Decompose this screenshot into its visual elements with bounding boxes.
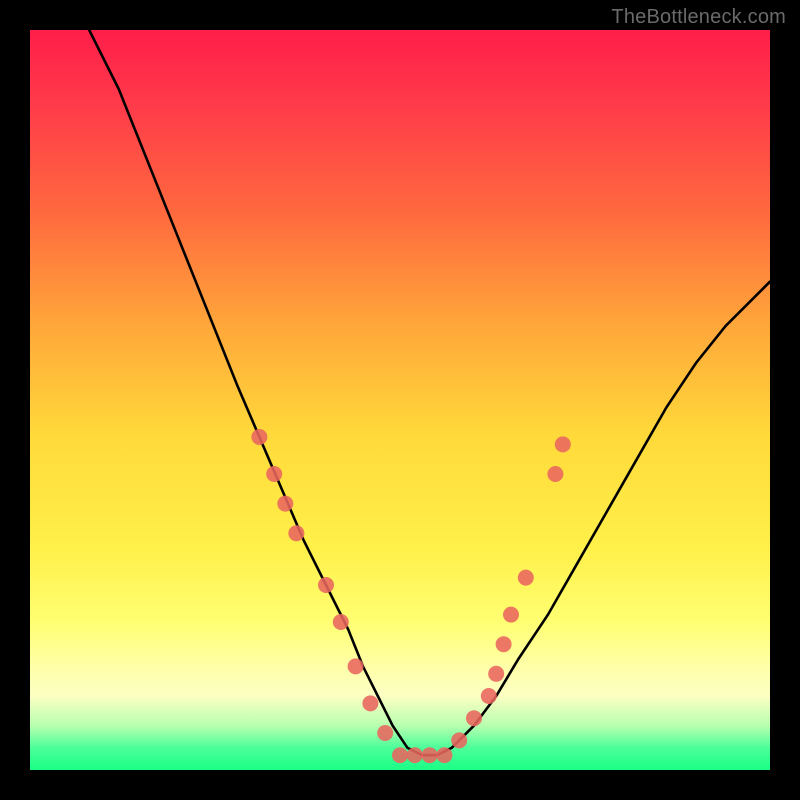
marker-dot <box>422 747 438 763</box>
marker-dot <box>288 525 304 541</box>
marker-dot <box>547 466 563 482</box>
curve-svg <box>30 30 770 770</box>
marker-dot <box>251 429 267 445</box>
chart-frame: TheBottleneck.com <box>0 0 800 800</box>
marker-dot <box>266 466 282 482</box>
marker-dot <box>436 747 452 763</box>
bottleneck-curve <box>89 30 770 755</box>
marker-dot <box>518 570 534 586</box>
marker-dot <box>451 732 467 748</box>
marker-dot <box>392 747 408 763</box>
marker-dot <box>466 710 482 726</box>
marker-dot <box>555 436 571 452</box>
marker-dot <box>318 577 334 593</box>
marker-dot <box>377 725 393 741</box>
watermark-text: TheBottleneck.com <box>611 6 786 29</box>
marker-dot <box>488 666 504 682</box>
marker-dot <box>333 614 349 630</box>
curve-markers <box>251 429 570 763</box>
marker-dot <box>481 688 497 704</box>
marker-dot <box>496 636 512 652</box>
marker-dot <box>503 607 519 623</box>
marker-dot <box>277 496 293 512</box>
marker-dot <box>407 747 423 763</box>
marker-dot <box>362 695 378 711</box>
plot-area <box>30 30 770 770</box>
marker-dot <box>348 658 364 674</box>
